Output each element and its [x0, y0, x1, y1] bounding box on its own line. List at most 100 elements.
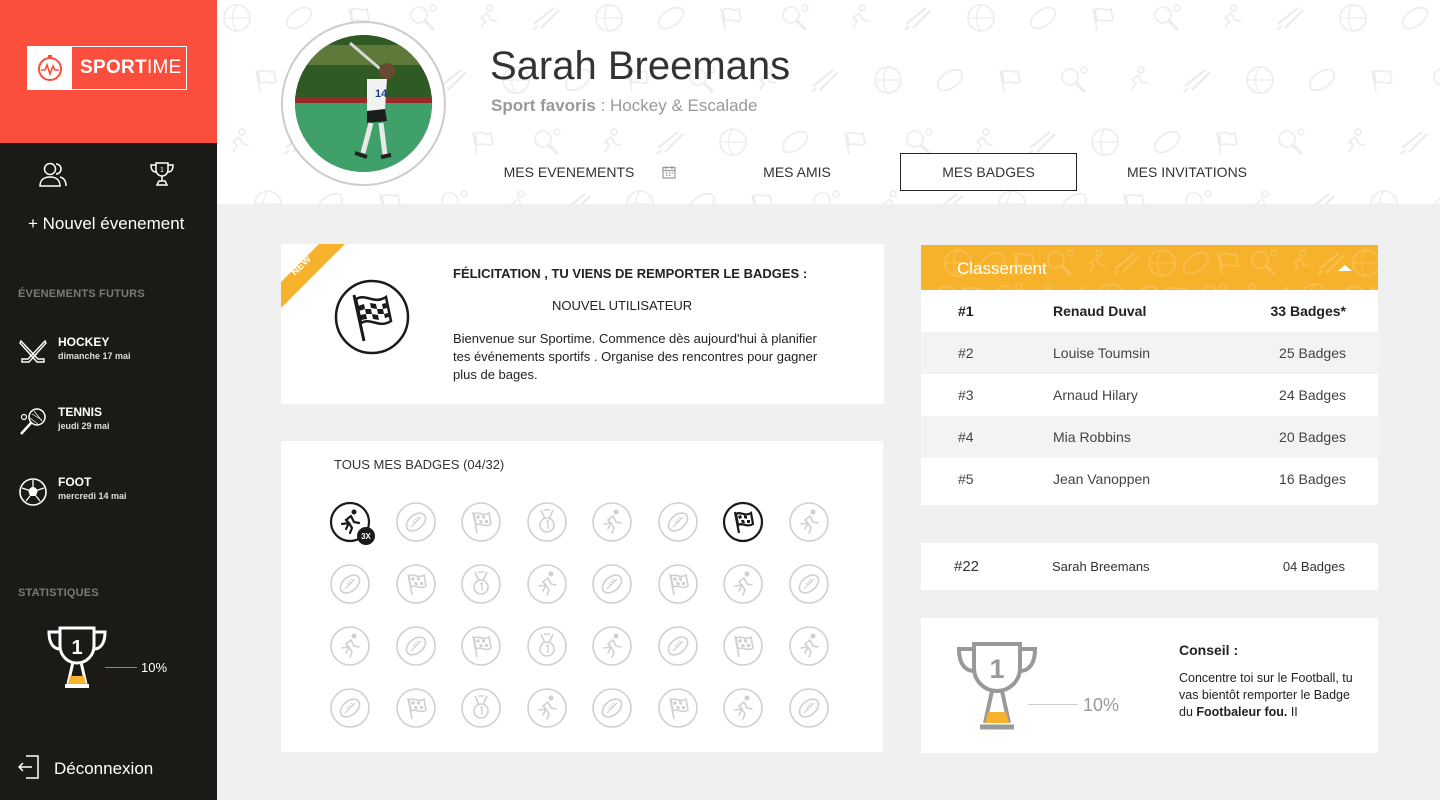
future-events-heading: ÉVENEMENTS FUTURS — [18, 288, 145, 300]
rugby-ball-badge-icon[interactable] — [788, 687, 830, 729]
sportime-logo[interactable]: SPORTIME — [27, 46, 187, 90]
rank-badges: 24 Badges — [1279, 387, 1346, 403]
runner-badge-icon[interactable] — [591, 625, 633, 667]
congrats-body: Bienvenue sur Sportime. Commence dès auj… — [453, 331, 818, 382]
all-badges-card: TOUS MES BADGES (04/32) 3X — [281, 441, 883, 752]
tab-label: MES INVITATIONS — [1126, 164, 1248, 180]
event-item-hockey[interactable]: HOCKEY dimanche 17 mai — [18, 335, 208, 371]
avatar[interactable]: 14 — [295, 35, 432, 172]
rugby-ball-badge-icon[interactable] — [395, 625, 437, 667]
event-title: FOOT — [58, 475, 92, 489]
tab-invitations[interactable]: MES INVITATIONS — [1117, 153, 1257, 191]
tennis-racket-icon — [18, 407, 48, 437]
event-date: dimanche 17 mai — [58, 351, 131, 361]
calendar-icon[interactable] — [658, 153, 680, 191]
ranking-row[interactable]: #5 Jean Vanoppen 16 Badges — [921, 458, 1378, 500]
checkered-flag-badge-icon[interactable] — [657, 563, 699, 605]
congrats-title: FÉLICITATION , TU VIENS DE REMPORTER LE … — [453, 266, 808, 281]
rugby-ball-badge-icon[interactable] — [657, 501, 699, 543]
tab-events[interactable]: MES EVENEMENTS — [499, 153, 639, 191]
logo-text: SPORTIME — [80, 57, 182, 78]
event-date: mercredi 14 mai — [58, 491, 127, 501]
rank-name: Arnaud Hilary — [1053, 387, 1138, 403]
event-item-tennis[interactable]: TENNIS jeudi 29 mai — [18, 405, 208, 441]
ranking-header[interactable]: Classement — [921, 245, 1378, 290]
rugby-ball-badge-icon[interactable] — [591, 687, 633, 729]
checkered-flag-badge-icon[interactable] — [460, 501, 502, 543]
profile-name: Sarah Breemans — [490, 44, 791, 88]
event-title: HOCKEY — [58, 335, 110, 349]
tab-label: MES EVENEMENTS — [503, 164, 635, 180]
rugby-ball-badge-icon[interactable] — [657, 625, 699, 667]
rank-name: Jean Vanoppen — [1053, 471, 1151, 487]
stats-rank-number: 1 — [71, 637, 82, 659]
tab-label: MES BADGES — [942, 164, 1035, 180]
favorite-sports: Sport favoris : Hockey & Escalade — [491, 96, 757, 116]
checkered-flag-badge-icon[interactable] — [395, 563, 437, 605]
runner-badge-icon[interactable] — [591, 501, 633, 543]
rank-position: #4 — [958, 429, 974, 445]
medal-badge-icon[interactable] — [460, 687, 502, 729]
runner-badge-icon[interactable] — [788, 501, 830, 543]
rank-position: #1 — [958, 303, 974, 319]
rank-name: Renaud Duval — [1053, 303, 1147, 319]
runner-badge-icon[interactable]: 3X — [329, 501, 375, 545]
checkered-flag-badge-icon[interactable] — [395, 687, 437, 729]
advice-body: Concentre toi sur le Football, tu vas bi… — [1179, 671, 1353, 719]
stats-percent: 10% — [141, 660, 168, 675]
sidebar: SPORTIME 1 + Nouvel évenement ÉVENEMENTS… — [0, 0, 217, 800]
event-date: jeudi 29 mai — [58, 421, 110, 431]
runner-badge-icon[interactable] — [722, 687, 764, 729]
rugby-ball-badge-icon[interactable] — [591, 563, 633, 605]
logout-button[interactable]: Déconnexion — [17, 754, 153, 782]
tab-label: MES AMIS — [763, 164, 831, 180]
collapse-caret-icon[interactable] — [1338, 265, 1352, 271]
checkered-flag-badge-icon[interactable] — [722, 501, 764, 543]
tab-badges[interactable]: MES BADGES — [900, 153, 1077, 191]
logo-block: SPORTIME — [0, 0, 217, 143]
new-event-button[interactable]: + Nouvel évenement — [28, 214, 184, 234]
trophy-icon[interactable]: 1 — [146, 158, 178, 190]
checkered-flag-badge-icon[interactable] — [722, 625, 764, 667]
rank-badges: 25 Badges — [1279, 345, 1346, 361]
ranking-row[interactable]: #1 Renaud Duval 33 Badges* — [921, 290, 1378, 332]
ranking-card: Classement #1 Renaud Duval 33 Badges* #2… — [921, 245, 1378, 505]
rank-position: #3 — [958, 387, 974, 403]
avatar-frame: 14 — [281, 21, 446, 186]
ranking-row[interactable]: #4 Mia Robbins 20 Badges — [921, 416, 1378, 458]
congrats-badge-name: NOUVEL UTILISATEUR — [552, 298, 693, 313]
advice-title: Conseil : — [1179, 642, 1239, 658]
rank-position: #5 — [958, 471, 974, 487]
advice-divider — [1028, 704, 1078, 705]
rugby-ball-badge-icon[interactable] — [788, 563, 830, 605]
runner-badge-icon[interactable] — [788, 625, 830, 667]
advice-card: 1 10% Conseil : Concentre toi sur le Foo… — [921, 618, 1378, 753]
runner-badge-icon[interactable] — [329, 625, 371, 667]
ranking-row[interactable]: #3 Arnaud Hilary 24 Badges — [921, 374, 1378, 416]
profile-header: 14 Sarah Breemans Sport favoris : Hockey… — [217, 0, 1440, 204]
ranking-row[interactable]: #2 Louise Toumsin 25 Badges — [921, 332, 1378, 374]
checkered-flag-badge-icon[interactable] — [657, 687, 699, 729]
hockey-sticks-icon — [18, 337, 48, 367]
event-title: TENNIS — [58, 405, 103, 419]
rugby-ball-badge-icon[interactable] — [395, 501, 437, 543]
my-rank-name: Sarah Breemans — [1052, 559, 1150, 574]
event-item-foot[interactable]: FOOT mercredi 14 mai — [18, 475, 208, 511]
medal-badge-icon[interactable] — [460, 563, 502, 605]
rugby-ball-badge-icon[interactable] — [329, 563, 371, 605]
checkered-flag-badge-icon[interactable] — [460, 625, 502, 667]
medal-badge-icon[interactable] — [526, 501, 568, 543]
medal-badge-icon[interactable] — [526, 625, 568, 667]
rank-badges: 20 Badges — [1279, 429, 1346, 445]
stats-divider — [105, 667, 137, 668]
tab-friends[interactable]: MES AMIS — [747, 153, 847, 191]
rugby-ball-badge-icon[interactable] — [329, 687, 371, 729]
stats-trophy-icon: 1 — [46, 624, 116, 692]
runner-badge-icon[interactable] — [526, 687, 568, 729]
my-rank-card[interactable]: #22 Sarah Breemans 04 Badges — [921, 543, 1378, 590]
ranking-title: Classement — [957, 259, 1047, 278]
runner-badge-icon[interactable] — [526, 563, 568, 605]
friends-icon[interactable] — [37, 158, 69, 190]
favorite-sports-value: : Hockey & Escalade — [595, 96, 758, 115]
runner-badge-icon[interactable] — [722, 563, 764, 605]
